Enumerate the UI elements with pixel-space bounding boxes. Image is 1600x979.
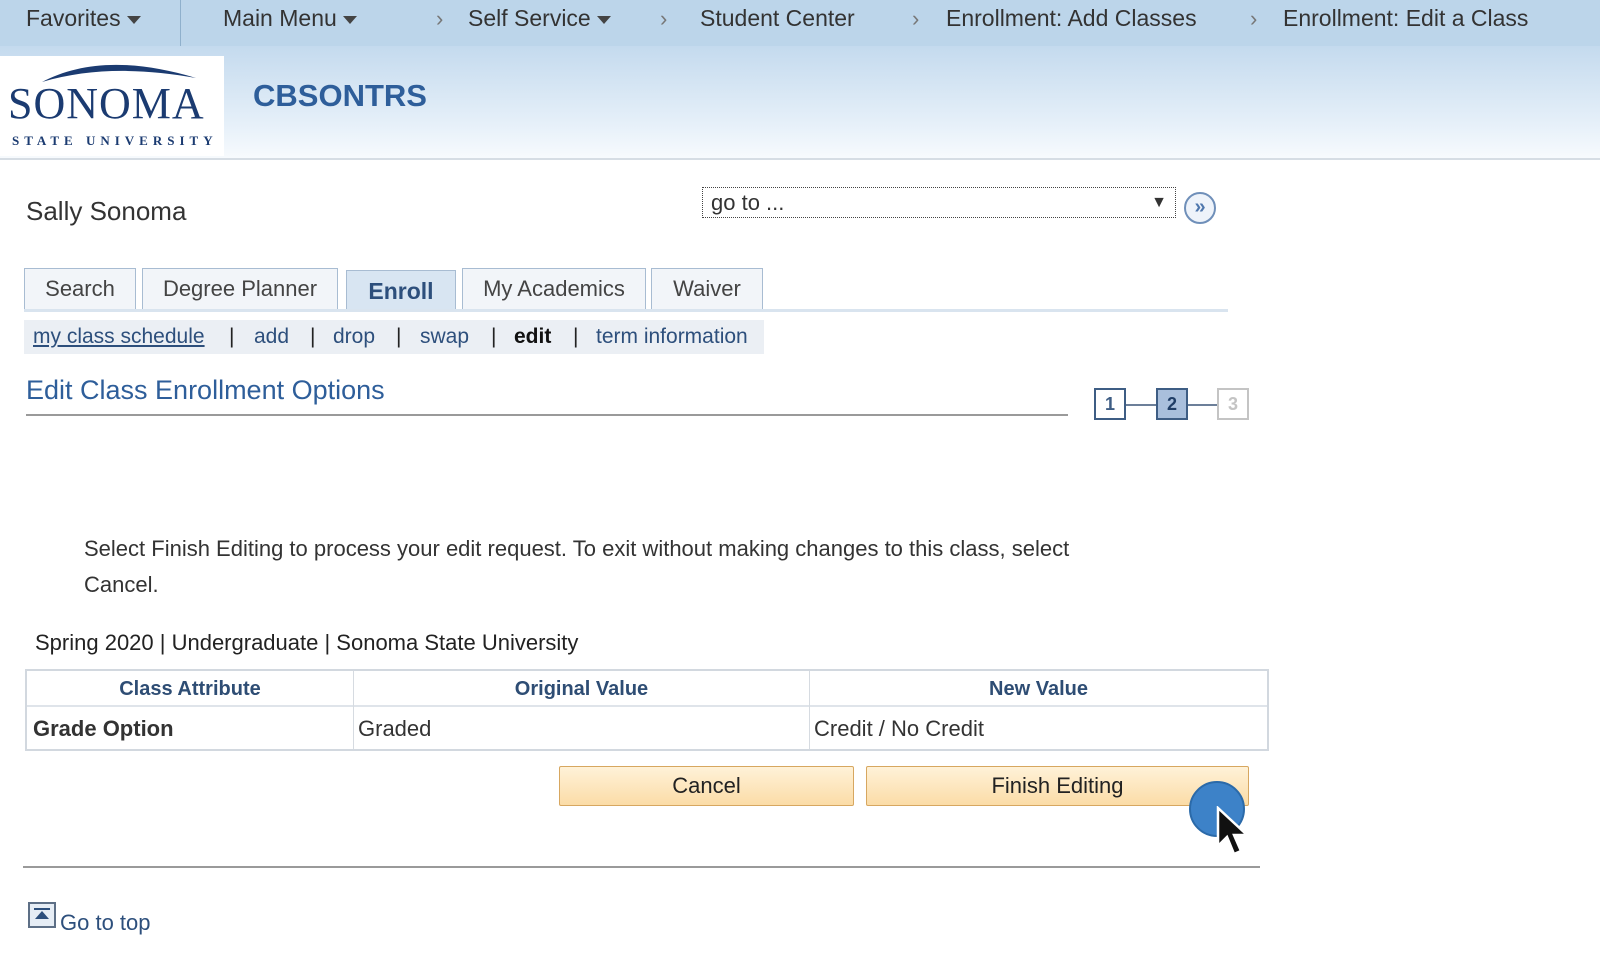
self-service-menu[interactable]: Self Service <box>468 5 611 32</box>
main-menu-label: Main Menu <box>223 5 337 31</box>
column-header-class-attribute: Class Attribute <box>27 671 353 707</box>
breadcrumb-add-classes[interactable]: Enrollment: Add Classes <box>946 5 1197 32</box>
step-1-indicator: 1 <box>1094 388 1126 420</box>
column-header-new-value: New Value <box>810 671 1267 707</box>
tab-my-academics[interactable]: My Academics <box>462 268 646 310</box>
footer-divider <box>23 866 1260 868</box>
chevron-right-icon: › <box>1250 6 1258 31</box>
page-header: SONOMA STATE UNIVERSITY CBSONTRS <box>0 46 1600 160</box>
breadcrumb-student-center[interactable]: Student Center <box>700 5 855 32</box>
favorites-label: Favorites <box>26 5 121 31</box>
goto-value: go to ... <box>711 190 785 215</box>
page-title: Edit Class Enrollment Options <box>26 375 385 405</box>
cell-class-attribute: Grade Option <box>33 716 174 741</box>
column-divider <box>809 671 810 749</box>
subnav-separator: | <box>573 325 579 348</box>
self-service-label: Self Service <box>468 5 591 31</box>
dropdown-arrow-icon: ▼ <box>1151 194 1167 211</box>
chevron-down-icon <box>126 15 141 24</box>
instructions-text: Select Finish Editing to process your ed… <box>84 536 1070 597</box>
sonoma-logo: SONOMA STATE UNIVERSITY <box>0 56 224 156</box>
breadcrumb-edit-class[interactable]: Enrollment: Edit a Class <box>1283 5 1528 32</box>
tab-degree-planner[interactable]: Degree Planner <box>142 268 338 310</box>
logo-subtitle: STATE UNIVERSITY <box>12 133 218 148</box>
subnav-separator: | <box>491 325 497 348</box>
subnav-swap[interactable]: swap <box>420 320 469 354</box>
arrow-up-icon <box>34 908 50 919</box>
cell-new-value: Credit / No Credit <box>814 716 984 741</box>
edit-options-table: Class Attribute Original Value New Value… <box>25 669 1269 751</box>
term-info: Spring 2020 | Undergraduate | Sonoma Sta… <box>35 630 579 655</box>
column-divider <box>353 671 354 749</box>
step-2-indicator: 2 <box>1156 388 1188 420</box>
column-header-original-value: Original Value <box>354 671 809 707</box>
cancel-button[interactable]: Cancel <box>559 766 854 806</box>
enroll-subnav: my class schedule | add | drop | swap | … <box>24 320 764 354</box>
go-to-top-icon[interactable] <box>28 902 56 928</box>
subnav-add[interactable]: add <box>254 320 289 354</box>
chevron-right-icon: › <box>660 6 668 31</box>
subnav-separator: | <box>229 325 235 348</box>
app-title: CBSONTRS <box>253 78 427 113</box>
tab-enroll[interactable]: Enroll <box>346 270 456 310</box>
breadcrumb-bar: Favorites Main Menu › Self Service › Stu… <box>0 0 1600 46</box>
go-to-top-link[interactable]: Go to top <box>60 910 151 936</box>
chevron-right-icon: › <box>912 6 920 31</box>
divider <box>180 0 181 46</box>
go-button[interactable]: » <box>1184 192 1216 224</box>
tab-search[interactable]: Search <box>24 268 136 310</box>
goto-select[interactable]: go to ... ▼ <box>702 187 1176 218</box>
step-connector <box>1126 404 1156 406</box>
subnav-separator: | <box>310 325 316 348</box>
subnav-separator: | <box>396 325 402 348</box>
title-divider <box>26 414 1068 416</box>
favorites-menu[interactable]: Favorites <box>26 5 141 32</box>
chevron-right-icon: › <box>436 6 444 31</box>
step-3-indicator: 3 <box>1217 388 1249 420</box>
logo-wordmark: SONOMA <box>8 79 205 128</box>
subnav-drop[interactable]: drop <box>333 320 375 354</box>
tab-underline <box>24 309 1228 312</box>
chevron-down-icon <box>342 15 357 24</box>
tab-waiver[interactable]: Waiver <box>651 268 763 310</box>
subnav-term-information[interactable]: term information <box>596 320 748 354</box>
student-name: Sally Sonoma <box>26 196 187 226</box>
mouse-pointer-icon <box>1216 806 1251 856</box>
step-connector <box>1188 404 1217 406</box>
cell-original-value: Graded <box>358 716 432 741</box>
main-menu[interactable]: Main Menu <box>223 5 357 32</box>
subnav-my-class-schedule[interactable]: my class schedule <box>33 320 205 354</box>
subnav-edit: edit <box>514 325 552 348</box>
chevron-down-icon <box>596 15 611 24</box>
